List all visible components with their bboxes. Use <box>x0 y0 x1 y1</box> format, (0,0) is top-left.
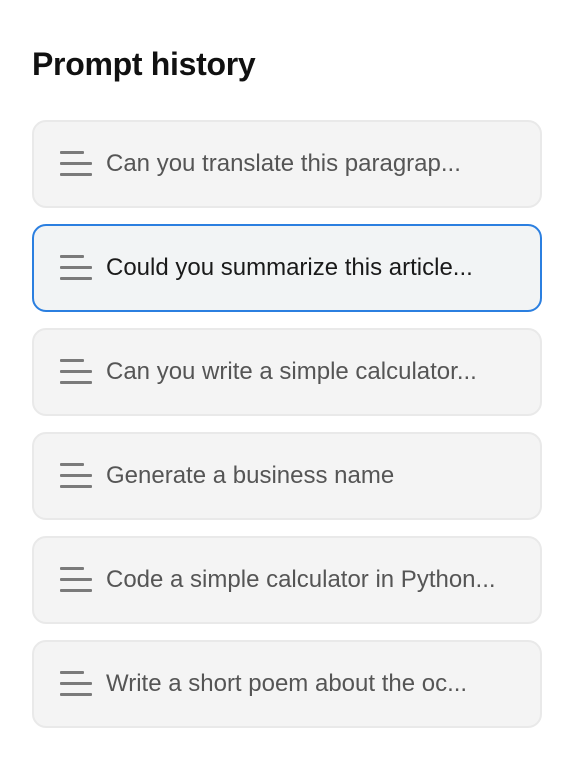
lines-icon <box>60 566 92 594</box>
lines-icon <box>60 462 92 490</box>
history-item[interactable]: Can you write a simple calculator... <box>32 328 542 416</box>
lines-icon <box>60 254 92 282</box>
lines-icon <box>60 670 92 698</box>
history-item-label: Could you summarize this article... <box>106 254 473 281</box>
page-title: Prompt history <box>32 46 256 82</box>
history-item[interactable]: Write a short poem about the oc... <box>32 640 542 728</box>
history-item[interactable]: Code a simple calculator in Python... <box>32 536 542 624</box>
history-item-label: Code a simple calculator in Python... <box>106 566 496 593</box>
history-item-label: Can you translate this paragrap... <box>106 150 461 177</box>
history-item[interactable]: Can you translate this paragrap... <box>32 120 542 208</box>
history-item-label: Can you write a simple calculator... <box>106 358 477 385</box>
prompt-history-list: Can you translate this paragrap... Could… <box>32 120 542 744</box>
lines-icon <box>60 358 92 386</box>
lines-icon <box>60 150 92 178</box>
history-item[interactable]: Generate a business name <box>32 432 542 520</box>
history-item-selected[interactable]: Could you summarize this article... <box>32 224 542 312</box>
history-item-label: Generate a business name <box>106 462 395 489</box>
history-item-label: Write a short poem about the oc... <box>106 670 468 697</box>
